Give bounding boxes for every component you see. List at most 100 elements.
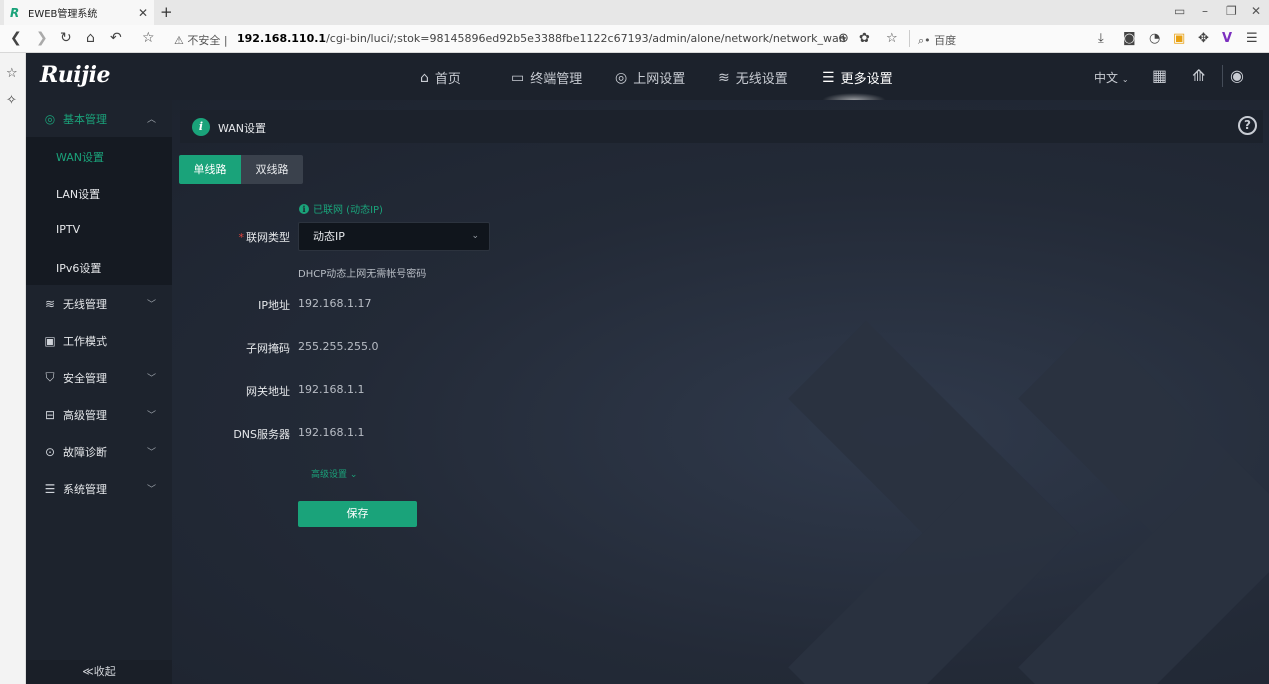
- sidebar-item-label: 安全管理: [63, 371, 107, 385]
- forward-icon[interactable]: ❯: [36, 30, 48, 46]
- shield-icon: ⛉: [45, 370, 55, 384]
- diagnose-icon: ⊙: [44, 444, 56, 459]
- advanced-settings-toggle[interactable]: 高级设置 ⌄: [311, 467, 357, 480]
- search-box[interactable]: ⌕• 百度: [918, 32, 956, 48]
- language-selector[interactable]: 中文 ⌄: [1094, 69, 1129, 86]
- extension-side-icon[interactable]: ✧: [6, 93, 17, 108]
- home-icon: ⌂: [420, 69, 429, 86]
- nav-terminal-management[interactable]: ▭ 终端管理: [511, 68, 582, 88]
- sidebar-subitem-lan[interactable]: LAN设置: [56, 186, 100, 202]
- close-window-icon[interactable]: ✕: [1251, 4, 1261, 18]
- sidebar-item-basic-management[interactable]: ◎ 基本管理 ︿: [26, 100, 172, 137]
- url-field[interactable]: 192.168.110.1/cgi-bin/luci/;stok=9814589…: [237, 32, 846, 45]
- monitor-icon: ▭: [511, 69, 525, 86]
- status-info-icon: i: [299, 203, 309, 214]
- gateway-value: 192.168.1.1: [298, 383, 365, 396]
- sidebar-item-label: 故障诊断: [63, 445, 107, 459]
- puzzle-icon[interactable]: ✥: [1198, 31, 1209, 46]
- sidebar-item-label: 工作模式: [63, 334, 107, 348]
- minimize-icon[interactable]: –: [1202, 4, 1208, 18]
- sidebar-item-label: 基本管理: [63, 112, 107, 126]
- sidebar-item-label: 高级管理: [63, 408, 107, 422]
- collapse-sidebar-button[interactable]: ≪收起: [26, 660, 172, 684]
- ruijie-logo: Ruijie: [40, 62, 110, 88]
- tab-single-line[interactable]: 单线路: [179, 155, 241, 184]
- rocket-icon[interactable]: ⟰: [1192, 66, 1205, 85]
- nav-home[interactable]: ⌂ 首页: [420, 68, 461, 88]
- notes-icon[interactable]: ▣: [1173, 31, 1185, 46]
- sidebar-subitem-iptv[interactable]: IPTV: [56, 223, 80, 236]
- toolbox-icon: ⊟: [44, 407, 56, 422]
- address-bar: ❮ ❯ ↻ ⌂ ↶ ☆ ⚠ 不安全 | 192.168.110.1/cgi-bi…: [0, 25, 1269, 53]
- info-icon: i: [192, 118, 210, 136]
- save-button[interactable]: 保存: [298, 501, 417, 527]
- restore-icon[interactable]: ❐: [1226, 4, 1237, 18]
- router-admin-app: Ruijie ⌂ 首页 ▭ 终端管理 ◎ 上网设置 ≋ 无线设置 ☰ 更多设置 中文 ⌄ …: [26, 53, 1269, 684]
- back-icon[interactable]: ❮: [10, 30, 22, 46]
- new-tab-button[interactable]: +: [160, 3, 173, 21]
- tab-close-icon[interactable]: ✕: [138, 6, 148, 20]
- page-title: WAN设置: [218, 122, 267, 135]
- subnet-mask-label: 子网掩码: [246, 342, 290, 355]
- browser-tab-bar: R EWEB管理系统 ✕ + ▭ – ❐ ✕: [0, 0, 1269, 25]
- qr-code-icon[interactable]: ▦: [1152, 66, 1167, 85]
- download-icon[interactable]: ⤓: [1098, 31, 1104, 46]
- sidebar-toggle-icon[interactable]: ▭: [1174, 4, 1185, 18]
- nav-label: 上网设置: [633, 72, 686, 87]
- translate-icon[interactable]: ⊕: [838, 31, 849, 46]
- divider: [909, 30, 910, 47]
- undo-icon[interactable]: ↶: [110, 30, 122, 46]
- sidebar-subitem-ipv6[interactable]: IPv6设置: [56, 260, 101, 276]
- chevron-down-icon: ⌄: [471, 231, 479, 241]
- nav-more-settings[interactable]: ☰ 更多设置: [822, 68, 893, 88]
- content-header: i WAN设置 ?: [180, 110, 1263, 143]
- history-icon[interactable]: ◔: [1149, 31, 1160, 46]
- favorite-icon[interactable]: ☆: [886, 31, 898, 46]
- mode-icon: ▣: [44, 333, 56, 348]
- insecure-warning[interactable]: ⚠ 不安全 |: [174, 32, 228, 48]
- wifi-icon: ≋: [44, 296, 56, 311]
- connection-type-value: 动态IP: [313, 230, 345, 243]
- chevron-up-icon: ︿: [146, 115, 156, 125]
- dns-label: DNS服务器: [233, 428, 290, 441]
- bookmark-star-icon[interactable]: ☆: [142, 30, 155, 46]
- ip-address-value: 192.168.1.17: [298, 297, 372, 310]
- sidebar-item-label: 系统管理: [63, 482, 107, 496]
- home-icon[interactable]: ⌂: [86, 30, 95, 46]
- sidebar-item-system-management[interactable]: ☰ 系统管理 ﹀: [26, 470, 172, 507]
- subnet-mask-value: 255.255.255.0: [298, 340, 379, 353]
- user-icon[interactable]: ◉: [1230, 66, 1244, 85]
- search-placeholder: 百度: [934, 34, 957, 47]
- connection-type-select[interactable]: 动态IP ⌄: [298, 222, 490, 251]
- reload-icon[interactable]: ↻: [60, 30, 72, 46]
- tab-dual-line[interactable]: 双线路: [241, 155, 303, 184]
- connection-type-label-text: 联网类型: [246, 231, 290, 244]
- nav-label: 更多设置: [840, 72, 893, 87]
- sidebar-subitem-wan[interactable]: WAN设置: [56, 149, 104, 165]
- nav-internet-settings[interactable]: ◎ 上网设置: [615, 68, 686, 88]
- bookmarks-star-icon[interactable]: ☆: [6, 66, 18, 81]
- vivaldi-icon[interactable]: V: [1222, 31, 1232, 46]
- basic-management-submenu: WAN设置 LAN设置 IPTV IPv6设置: [26, 137, 172, 285]
- top-navigation: Ruijie ⌂ 首页 ▭ 终端管理 ◎ 上网设置 ≋ 无线设置 ☰ 更多设置 中文 ⌄ …: [26, 53, 1269, 100]
- help-icon[interactable]: ?: [1238, 116, 1257, 135]
- globe-icon: ◎: [44, 111, 56, 126]
- dns-value: 192.168.1.1: [298, 426, 365, 439]
- chevron-down-icon: ﹀: [146, 411, 156, 421]
- extension-icon[interactable]: ✿: [859, 31, 870, 46]
- sidebar-item-label: 无线管理: [63, 297, 107, 311]
- chevron-down-icon: ﹀: [146, 485, 156, 495]
- status-text: 已联网 (动态IP): [313, 205, 383, 216]
- screenshot-icon[interactable]: ◙: [1123, 31, 1136, 46]
- nav-wireless-settings[interactable]: ≋ 无线设置: [718, 68, 788, 88]
- connection-status: i 已联网 (动态IP): [299, 201, 383, 216]
- sliders-icon: ☰: [822, 69, 835, 86]
- menu-icon[interactable]: ☰: [1246, 31, 1258, 46]
- gateway-label: 网关地址: [246, 385, 290, 398]
- tab-title: EWEB管理系统: [28, 9, 98, 20]
- browser-tab[interactable]: R EWEB管理系统 ✕: [4, 0, 154, 25]
- ip-address-label: IP地址: [258, 299, 290, 312]
- chevron-down-icon: ﹀: [146, 448, 156, 458]
- nav-label: 无线设置: [735, 72, 788, 87]
- globe-icon: ◎: [615, 69, 628, 86]
